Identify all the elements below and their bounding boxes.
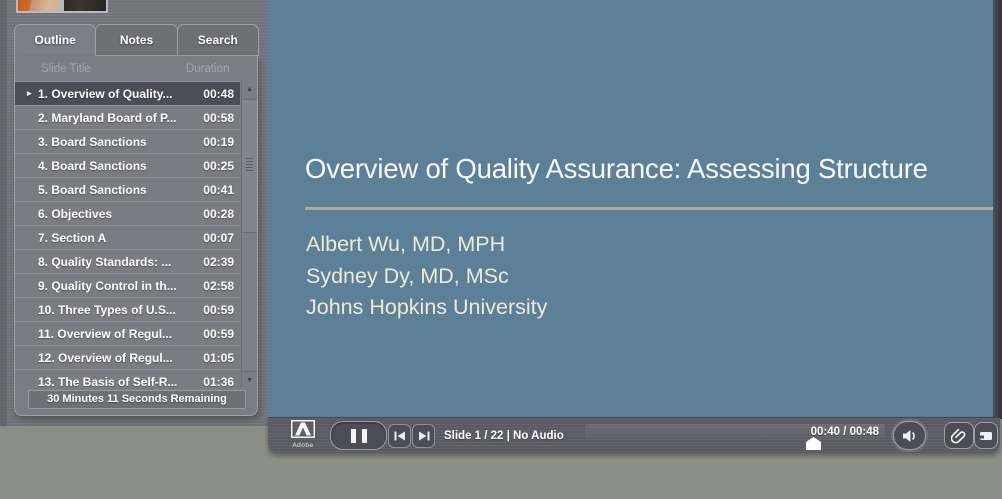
adobe-logo-text: Adobe: [292, 442, 314, 449]
pause-icon: [361, 428, 367, 443]
tab-outline[interactable]: Outline: [14, 24, 97, 56]
author-line-2: Sydney Dy, MD, MSc: [306, 263, 509, 288]
slide-list-item[interactable]: 12. Overview of Regul... 01:05: [15, 345, 240, 369]
slide-item-title: 5. Board Sanctions: [38, 182, 147, 197]
slide-item-title: 13. The Basis of Self-R...: [38, 374, 178, 388]
volume-button[interactable]: [893, 421, 926, 450]
playback-controls: Adobe Slide 1 / 22 | No Audio 00:40 / 00…: [268, 417, 1000, 453]
slide-item-title: 12. Overview of Regul...: [38, 350, 173, 365]
slide-divider-line: [305, 207, 993, 210]
slide-list-item[interactable]: 9. Quality Control in th... 02:58: [15, 273, 240, 297]
slide-item-duration: 00:28: [203, 206, 234, 221]
slide-item-duration: 00:19: [203, 134, 234, 149]
slide-list-item[interactable]: 8. Quality Standards: ... 02:39: [15, 249, 240, 273]
slide-item-title: 10. Three Types of U.S...: [38, 302, 176, 317]
slide-list-item-current[interactable]: ▸ 1. Overview of Quality... 00:48: [15, 81, 240, 105]
scrollbar-thumb[interactable]: [242, 100, 257, 233]
slide-area: Overview of Quality Assurance: Assessing…: [268, 0, 993, 417]
slide-item-duration: 01:05: [203, 350, 234, 365]
previous-slide-button[interactable]: [388, 424, 411, 448]
slide-list-item[interactable]: 13. The Basis of Self-R... 01:36: [15, 369, 240, 387]
slide-list-item[interactable]: 2. Maryland Board of P... 00:58: [15, 105, 240, 129]
slide-item-duration: 00:59: [203, 302, 234, 317]
scroll-down-icon[interactable]: ▼: [242, 371, 257, 387]
tab-search[interactable]: Search: [176, 24, 259, 56]
slide-list-item[interactable]: 4. Board Sanctions 00:25: [15, 153, 240, 177]
slide-item-duration: 00:48: [203, 86, 234, 101]
slide-list-item[interactable]: 10. Three Types of U.S... 00:59: [15, 297, 240, 321]
window-left-shade: [0, 0, 7, 426]
next-icon: [418, 431, 429, 441]
next-slide-button[interactable]: [412, 424, 435, 448]
pause-button[interactable]: [330, 421, 387, 450]
time-display: 00:40 / 00:48: [810, 426, 879, 438]
slide-list-item[interactable]: 5. Board Sanctions 00:41: [15, 177, 240, 201]
presenter-window: Outline Notes Search Slide Title Duratio…: [0, 0, 1002, 499]
slide-item-duration: 02:58: [203, 278, 234, 293]
list-column-headers: Slide Title Duration: [15, 56, 257, 81]
outline-body: Slide Title Duration ▸ 1. Overview of Qu…: [14, 56, 258, 416]
slide-list-item[interactable]: 7. Section A 00:07: [15, 225, 240, 249]
slide-item-duration: 00:59: [203, 326, 234, 341]
column-header-slide-title: Slide Title: [41, 63, 91, 75]
slide-item-title: 7. Section A: [38, 230, 107, 245]
attachments-button[interactable]: [944, 422, 974, 449]
pause-icon: [350, 428, 356, 443]
speaker-icon: [902, 429, 915, 442]
sidebar-toggle-button[interactable]: [974, 422, 998, 449]
slide-item-title: 9. Quality Control in th...: [38, 278, 177, 293]
scrollbar-grip: [246, 158, 253, 171]
author-line-1: Albert Wu, MD, MPH: [306, 232, 506, 256]
presenter-photo-2: [62, 0, 108, 13]
slide-item-title: 6. Objectives: [38, 206, 113, 221]
time-remaining-status: 30 Minutes 11 Seconds Remaining: [28, 390, 246, 409]
adobe-logo: Adobe: [285, 420, 321, 453]
adobe-logo-icon: [291, 420, 315, 438]
slide-item-duration: 00:07: [203, 230, 234, 245]
slide-list-item[interactable]: 3. Board Sanctions 00:19: [15, 129, 240, 153]
previous-icon: [394, 431, 405, 441]
slide-status-text: Slide 1 / 22 | No Audio: [444, 430, 564, 442]
slide-authors: Albert Wu, MD, MPH Sydney Dy, MD, MSc Jo…: [306, 229, 547, 324]
slide-list-item[interactable]: 11. Overview of Regul... 00:59: [15, 321, 240, 345]
author-line-3: Johns Hopkins University: [306, 295, 548, 319]
slide-item-title: 2. Maryland Board of P...: [38, 110, 177, 125]
slide-item-title: 1. Overview of Quality...: [38, 86, 173, 101]
window-right-edge: [993, 0, 1002, 419]
slide-item-title: 3. Board Sanctions: [38, 134, 147, 149]
column-header-duration: Duration: [186, 63, 230, 75]
slide-title: Overview of Quality Assurance: Assessing…: [305, 153, 928, 184]
tab-notes[interactable]: Notes: [95, 24, 178, 56]
slide-item-title: 11. Overview of Regul...: [38, 326, 173, 341]
layout-toggle-icon: [980, 431, 992, 440]
slide-list-item[interactable]: 6. Objectives 00:28: [15, 201, 240, 225]
slide-item-duration: 02:39: [203, 254, 234, 269]
slide-item-title: 8. Quality Standards: ...: [38, 254, 172, 269]
presenter-photo-1: [16, 0, 62, 13]
scroll-up-icon[interactable]: ▲: [242, 81, 257, 100]
paperclip-icon: [951, 428, 966, 443]
sidebar: Outline Notes Search Slide Title Duratio…: [0, 0, 268, 426]
sidebar-tabs: Outline Notes Search: [14, 24, 259, 56]
slide-item-duration: 00:41: [203, 182, 234, 197]
scrollbar[interactable]: ▲ ▼: [241, 81, 257, 387]
seek-bar[interactable]: 00:40 / 00:48: [585, 424, 885, 441]
slide-item-duration: 01:36: [203, 374, 234, 388]
slide-item-duration: 00:25: [203, 158, 234, 173]
slide-item-title: 4. Board Sanctions: [38, 158, 147, 173]
slide-item-duration: 00:58: [203, 110, 234, 125]
slide-list: ▸ 1. Overview of Quality... 00:48 2. Mar…: [15, 81, 257, 387]
outline-panel: Outline Notes Search Slide Title Duratio…: [14, 24, 259, 416]
current-slide-marker-icon: ▸: [27, 88, 32, 98]
